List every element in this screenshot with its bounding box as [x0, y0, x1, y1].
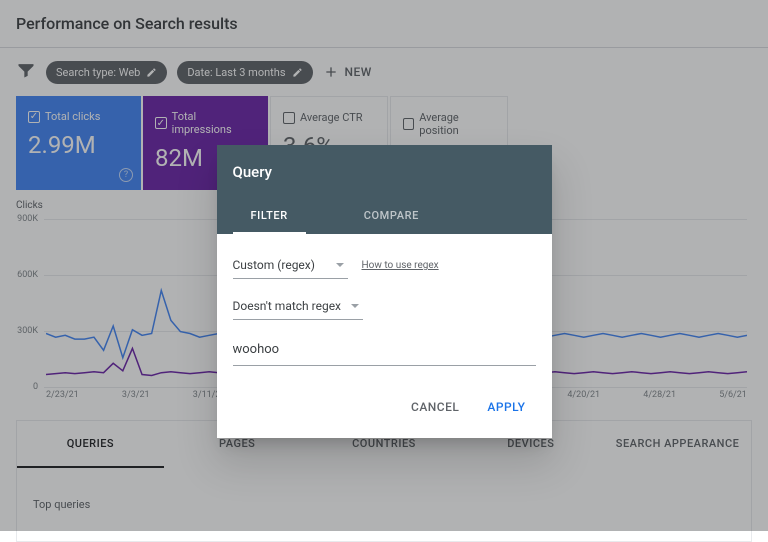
- dialog-title: Query: [233, 163, 536, 181]
- filter-type-select[interactable]: Custom (regex): [233, 252, 348, 279]
- modal-overlay: Query FILTER COMPARE Custom (regex) How …: [0, 0, 768, 531]
- query-dialog: Query FILTER COMPARE Custom (regex) How …: [217, 145, 552, 438]
- cancel-button[interactable]: CANCEL: [401, 392, 469, 422]
- apply-button[interactable]: APPLY: [477, 392, 535, 422]
- query-input[interactable]: [233, 334, 536, 366]
- dialog-tab-filter[interactable]: FILTER: [233, 199, 306, 234]
- match-mode-select[interactable]: Doesn't match regex: [233, 293, 364, 320]
- regex-help-link[interactable]: How to use regex: [362, 260, 439, 271]
- dialog-tab-compare[interactable]: COMPARE: [346, 199, 437, 234]
